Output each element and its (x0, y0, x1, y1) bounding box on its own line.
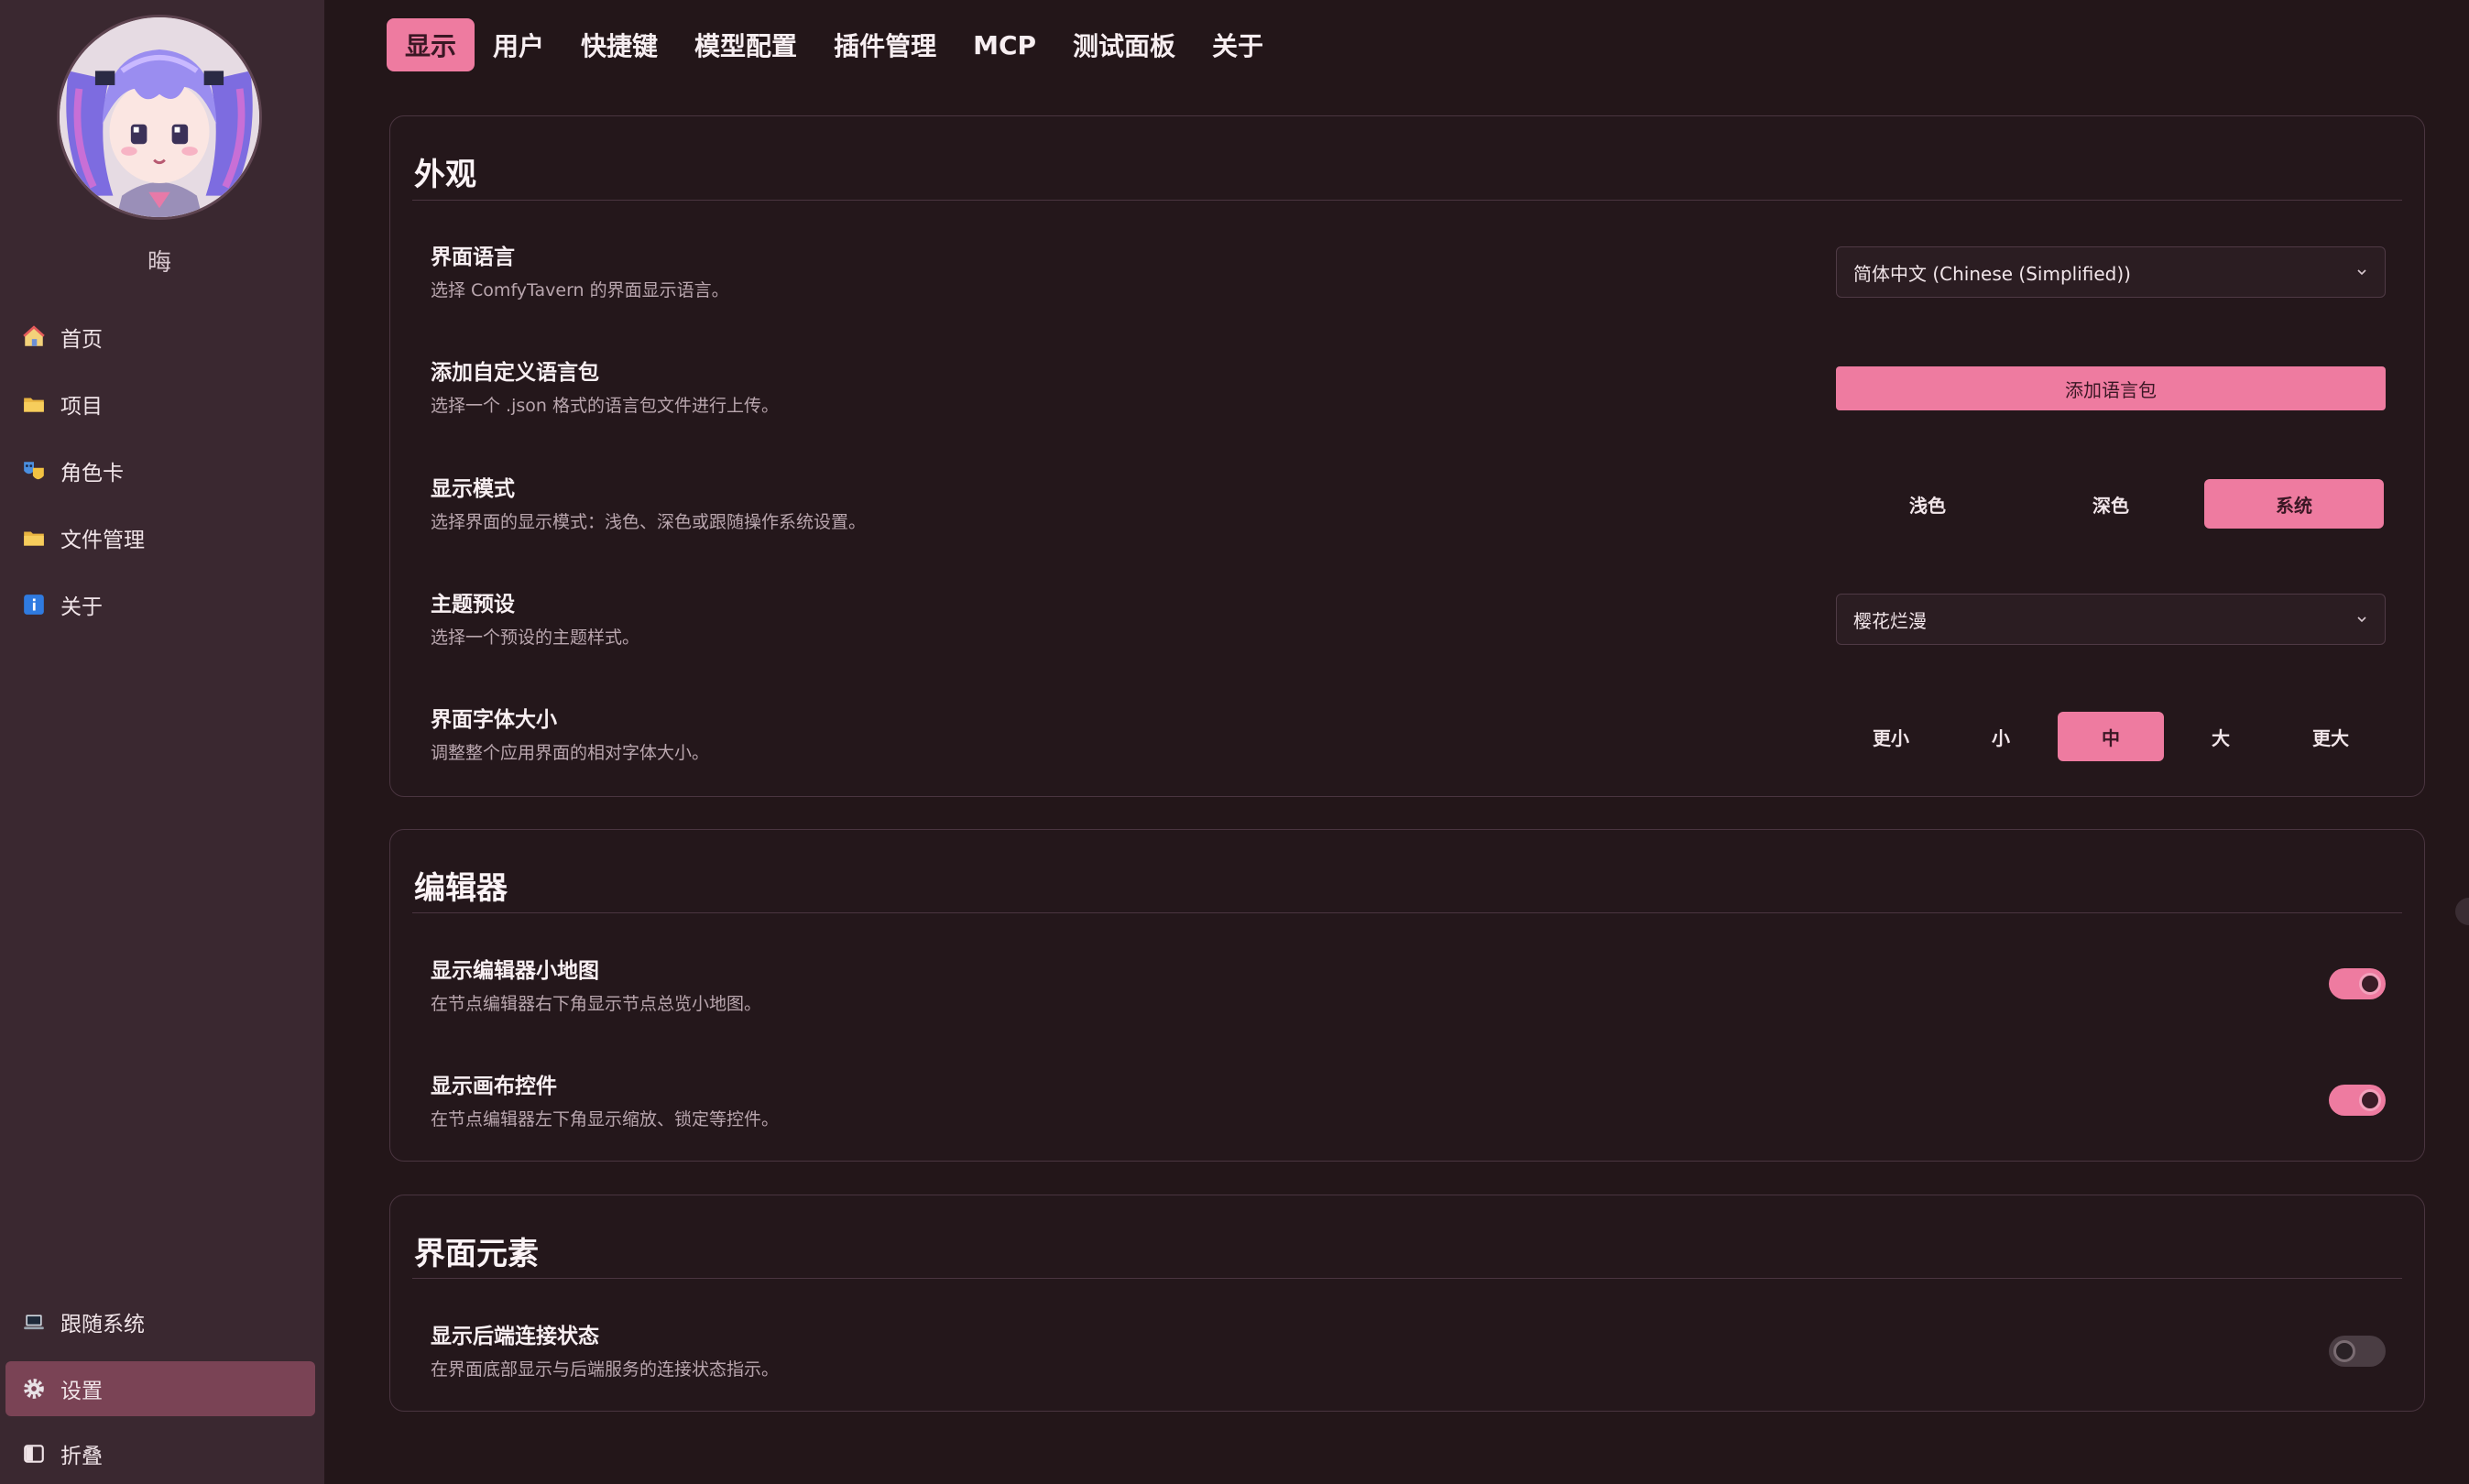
theater-masks-icon (20, 457, 48, 485)
add-language-pack-button[interactable]: 添加语言包 (1836, 366, 2386, 410)
sidebar-item-settings[interactable]: 设置 (5, 1361, 315, 1416)
setting-description: 在节点编辑器左下角显示缩放、锁定等控件。 (431, 1109, 780, 1129)
minimap-toggle[interactable] (2329, 968, 2386, 999)
home-icon (20, 323, 48, 351)
tab-test-panel[interactable]: 测试面板 (1054, 18, 1194, 71)
backend-status-toggle[interactable] (2329, 1336, 2386, 1367)
tab-display[interactable]: 显示 (387, 18, 475, 71)
setting-description: 选择界面的显示模式：浅色、深色或跟随操作系统设置。 (431, 512, 867, 532)
sidebar-item-label: 角色卡 (60, 462, 124, 486)
section-title: 界面元素 (414, 1236, 539, 1272)
sidebar-item-character-cards[interactable]: 角色卡 (5, 443, 315, 498)
folder-icon (20, 390, 48, 418)
chevron-down-icon (2355, 266, 2368, 278)
tab-shortcuts[interactable]: 快捷键 (563, 18, 676, 71)
font-size-option-small[interactable]: 小 (1948, 712, 2054, 761)
tab-about[interactable]: 关于 (1194, 18, 1282, 71)
select-value: 樱花烂漫 (1853, 609, 1927, 632)
tab-plugin-management[interactable]: 插件管理 (815, 18, 955, 71)
divider (412, 912, 2402, 913)
appearance-card: 外观 界面语言 选择 ComfyTavern 的界面显示语言。 简体中文 (Ch… (389, 115, 2425, 797)
sidebar-item-follow-system[interactable]: 跟随系统 (5, 1294, 315, 1349)
section-title: 编辑器 (414, 870, 508, 907)
setting-title: 添加自定义语言包 (431, 361, 599, 385)
laptop-icon (20, 1308, 48, 1336)
mode-option-dark[interactable]: 深色 (2021, 479, 2201, 529)
toggle-knob (2359, 1089, 2381, 1111)
display-mode-selector: 浅色 深色 系统 (1836, 479, 2386, 529)
setting-title: 主题预设 (431, 593, 515, 617)
sidebar-item-label: 首页 (60, 328, 103, 352)
setting-title: 界面语言 (431, 246, 515, 269)
folder-icon (20, 524, 48, 551)
setting-description: 选择 ComfyTavern 的界面显示语言。 (431, 280, 729, 300)
sidebar-item-label: 设置 (60, 1380, 103, 1403)
setting-title: 界面字体大小 (431, 708, 557, 732)
sidebar-item-label: 文件管理 (60, 529, 145, 552)
username: 晦 (147, 249, 171, 277)
font-size-selector: 更小 小 中 大 更大 (1836, 712, 2386, 761)
setting-title: 显示后端连接状态 (431, 1325, 599, 1348)
mode-option-system[interactable]: 系统 (2204, 479, 2384, 529)
setting-description: 在界面底部显示与后端服务的连接状态指示。 (431, 1359, 780, 1380)
font-size-option-medium[interactable]: 中 (2058, 712, 2164, 761)
setting-title: 显示模式 (431, 477, 515, 501)
mode-option-light[interactable]: 浅色 (1838, 479, 2017, 529)
sidebar-collapse-icon (20, 1440, 48, 1468)
sidebar-item-label: 跟随系统 (60, 1313, 145, 1337)
setting-title: 显示画布控件 (431, 1075, 557, 1098)
select-value: 简体中文 (Chinese (Simplified)) (1853, 262, 2131, 285)
font-size-option-large[interactable]: 大 (2168, 712, 2274, 761)
avatar[interactable] (57, 15, 262, 220)
setting-description: 调整整个应用界面的相对字体大小。 (431, 743, 710, 763)
setting-description: 选择一个 .json 格式的语言包文件进行上传。 (431, 396, 779, 416)
ui-elements-card: 界面元素 显示后端连接状态 在界面底部显示与后端服务的连接状态指示。 (389, 1195, 2425, 1412)
chevron-down-icon (2355, 613, 2368, 626)
tab-mcp[interactable]: MCP (955, 18, 1054, 71)
divider (412, 1278, 2402, 1279)
setting-title: 显示编辑器小地图 (431, 959, 599, 983)
sidebar-item-label: 折叠 (60, 1445, 103, 1468)
section-title: 外观 (414, 157, 476, 193)
scroll-handle[interactable] (2455, 898, 2469, 925)
canvas-controls-toggle[interactable] (2329, 1085, 2386, 1116)
settings-tabs: 显示 用户 快捷键 模型配置 插件管理 MCP 测试面板 关于 (387, 18, 1282, 71)
sidebar-item-projects[interactable]: 项目 (5, 376, 315, 431)
theme-preset-select[interactable]: 樱花烂漫 (1836, 594, 2386, 645)
sidebar-item-label: 项目 (60, 395, 103, 419)
language-select[interactable]: 简体中文 (Chinese (Simplified)) (1836, 246, 2386, 298)
setting-description: 选择一个预设的主题样式。 (431, 627, 640, 648)
font-size-option-larger[interactable]: 更大 (2278, 712, 2384, 761)
divider (412, 200, 2402, 201)
info-icon (20, 591, 48, 618)
editor-card: 编辑器 显示编辑器小地图 在节点编辑器右下角显示节点总览小地图。 显示画布控件 … (389, 829, 2425, 1162)
font-size-option-smaller[interactable]: 更小 (1838, 712, 1944, 761)
setting-description: 在节点编辑器右下角显示节点总览小地图。 (431, 994, 762, 1014)
toggle-knob (2359, 973, 2381, 995)
sidebar-item-collapse[interactable]: 折叠 (5, 1426, 315, 1481)
sidebar-item-home[interactable]: 首页 (5, 310, 315, 365)
avatar-image (60, 17, 259, 217)
sidebar-item-about[interactable]: 关于 (5, 577, 315, 632)
tab-user[interactable]: 用户 (475, 18, 563, 71)
sidebar-item-file-manager[interactable]: 文件管理 (5, 510, 315, 565)
gear-icon (20, 1375, 48, 1402)
sidebar-item-label: 关于 (60, 595, 103, 619)
toggle-knob (2333, 1340, 2355, 1362)
sidebar: 晦 首页 项目 角色卡 文件管理 关于 跟随系统 设置 折叠 (0, 0, 324, 1484)
tab-model-config[interactable]: 模型配置 (676, 18, 815, 71)
